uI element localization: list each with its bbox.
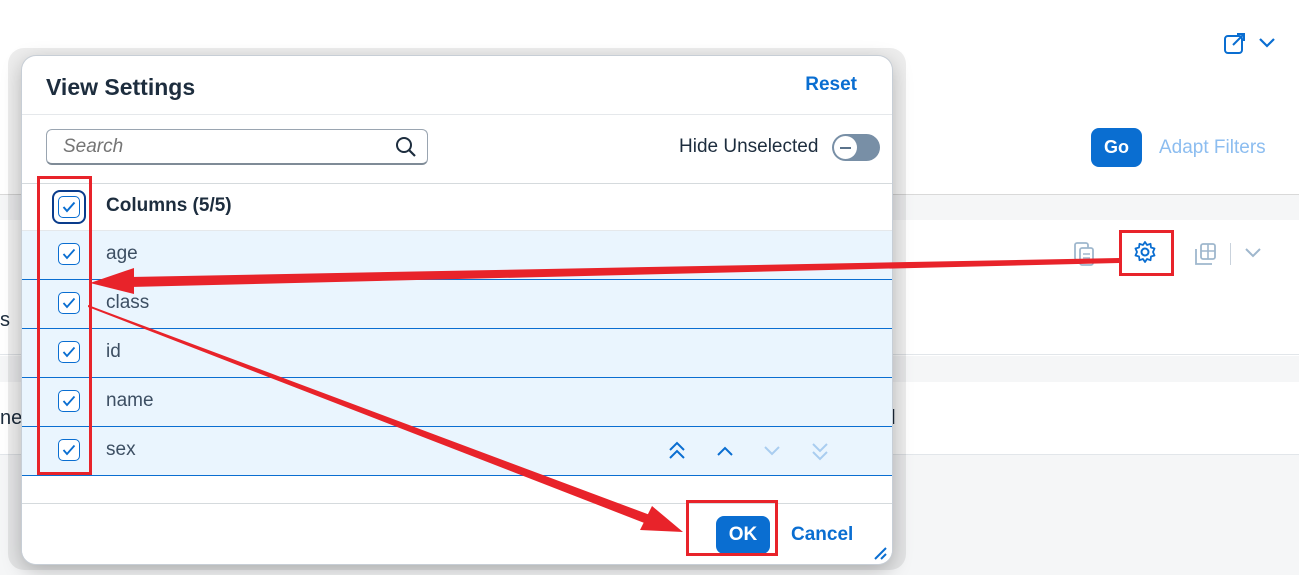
checkmark-icon bbox=[62, 248, 76, 260]
row-label: class bbox=[106, 292, 150, 313]
chevron-down-icon bbox=[1259, 38, 1275, 48]
adapt-filters-button[interactable]: Adapt Filters bbox=[1159, 137, 1266, 159]
list-item[interactable]: name bbox=[22, 378, 892, 427]
checkmark-icon bbox=[62, 297, 76, 309]
share-icon bbox=[1224, 33, 1245, 54]
move-down-icon bbox=[764, 446, 780, 456]
view-settings-dialog: View Settings Reset Hide Unselected Colu… bbox=[22, 56, 892, 564]
go-button[interactable]: Go bbox=[1091, 128, 1142, 167]
checkmark-icon bbox=[62, 201, 76, 213]
hide-unselected-label: Hide Unselected bbox=[679, 136, 819, 157]
search-icon[interactable] bbox=[395, 136, 417, 158]
move-up-icon bbox=[717, 446, 733, 456]
search-input[interactable] bbox=[61, 134, 395, 159]
checkmark-icon bbox=[62, 346, 76, 358]
columns-list: Columns (5/5) age class id name sex bbox=[22, 182, 892, 476]
row-checkbox[interactable] bbox=[58, 439, 80, 461]
row-checkbox[interactable] bbox=[58, 243, 80, 265]
share-button[interactable] bbox=[1222, 30, 1276, 56]
move-up-button[interactable] bbox=[713, 439, 737, 463]
resize-handle-icon[interactable] bbox=[872, 545, 888, 561]
select-all-checkbox[interactable] bbox=[52, 190, 86, 224]
row-label: name bbox=[106, 390, 154, 411]
checkmark-icon bbox=[62, 444, 76, 456]
chevron-down-icon[interactable] bbox=[1244, 247, 1262, 259]
cancel-button[interactable]: Cancel bbox=[791, 524, 853, 546]
row-label: age bbox=[106, 243, 138, 264]
row-checkbox[interactable] bbox=[58, 390, 80, 412]
move-down-button[interactable] bbox=[760, 439, 784, 463]
move-top-button[interactable] bbox=[665, 439, 689, 463]
reset-button[interactable]: Reset bbox=[805, 74, 857, 96]
move-top-icon bbox=[669, 441, 685, 459]
copy-icon[interactable] bbox=[1072, 241, 1096, 267]
dialog-title: View Settings bbox=[46, 74, 196, 100]
move-bottom-icon bbox=[812, 443, 828, 461]
list-item[interactable]: class bbox=[22, 280, 892, 329]
checkmark-icon bbox=[62, 395, 76, 407]
row-checkbox[interactable] bbox=[58, 341, 80, 363]
toolbar-separator bbox=[1230, 243, 1231, 265]
switch-knob bbox=[834, 136, 857, 159]
table-export-icon[interactable] bbox=[1192, 241, 1218, 267]
list-item[interactable]: id bbox=[22, 329, 892, 378]
list-item[interactable]: age bbox=[22, 231, 892, 280]
list-item[interactable]: sex bbox=[22, 427, 892, 476]
row-label: sex bbox=[106, 439, 136, 460]
dialog-toolbar: Hide Unselected bbox=[22, 114, 892, 184]
columns-header: Columns (5/5) bbox=[22, 182, 892, 231]
table-settings-button[interactable] bbox=[1133, 240, 1157, 269]
row-checkbox[interactable] bbox=[58, 292, 80, 314]
search-field[interactable] bbox=[46, 129, 428, 165]
gear-icon bbox=[1134, 241, 1156, 263]
columns-header-label: Columns (5/5) bbox=[106, 195, 232, 216]
dialog-footer: OK Cancel bbox=[22, 503, 892, 564]
move-bottom-button[interactable] bbox=[808, 439, 832, 463]
ok-button[interactable]: OK bbox=[716, 516, 770, 554]
row-label: id bbox=[106, 341, 121, 362]
hide-unselected-switch[interactable] bbox=[832, 134, 880, 161]
